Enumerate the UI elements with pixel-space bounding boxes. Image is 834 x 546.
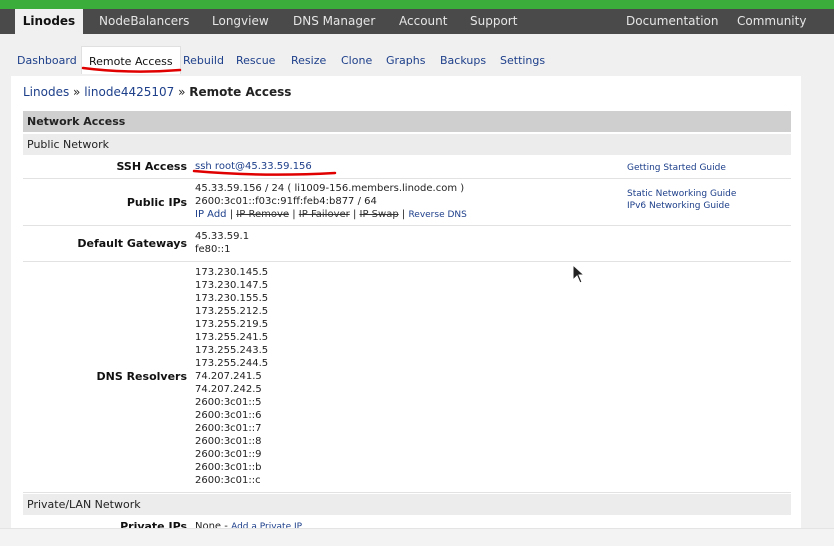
tab-rebuild[interactable]: Rebuild [183, 54, 224, 67]
dns-resolver: 173.230.147.5 [195, 280, 269, 291]
dns-resolver: 2600:3c01::6 [195, 410, 262, 421]
reverse-dns-link[interactable]: Reverse DNS [408, 210, 466, 220]
row-public-ips: Public IPs 45.33.59.156 / 24 ( li1009-15… [23, 179, 791, 226]
ip-actions: IP Add | IP Remove | IP Failover | IP Sw… [195, 208, 467, 222]
row-label: Public IPs [126, 196, 187, 209]
tab-resize[interactable]: Resize [291, 54, 326, 67]
ssh-command-link[interactable]: ssh root@45.33.59.156 [195, 161, 312, 172]
tab-remote-access[interactable]: Remote Access [81, 46, 181, 74]
subsection-public-network: Public Network [23, 134, 791, 155]
dns-resolver: 2600:3c01::b [195, 462, 262, 473]
tab-rescue[interactable]: Rescue [236, 54, 275, 67]
guide-links: Static Networking Guide IPv6 Networking … [627, 188, 736, 212]
tab-settings[interactable]: Settings [500, 54, 545, 67]
action-separator: | [352, 209, 357, 220]
row-default-gateways: Default Gateways 45.33.59.1 fe80::1 [23, 227, 791, 262]
section-title: Network Access [27, 115, 126, 128]
dns-resolver: 2600:3c01::8 [195, 436, 262, 447]
action-separator: | [292, 209, 296, 220]
dns-resolver: 2600:3c01::7 [195, 423, 262, 434]
ip-remove-link[interactable]: IP Remove [236, 209, 289, 220]
tab-backups[interactable]: Backups [440, 54, 486, 67]
dns-resolver: 173.255.243.5 [195, 345, 269, 356]
topnav-nodebalancers[interactable]: NodeBalancers [99, 9, 189, 34]
dns-resolver: 2600:3c01::9 [195, 449, 262, 460]
topnav-account[interactable]: Account [399, 9, 447, 34]
ipv4-address: 45.33.59.156 / 24 ( li1009-156.members.l… [195, 183, 465, 194]
dns-resolver: 173.230.155.5 [195, 293, 269, 304]
linode-tabs: Dashboard Remote Access Rebuild Rescue R… [0, 34, 834, 76]
dns-resolver-list: 173.230.145.5 173.230.147.5 173.230.155.… [195, 266, 268, 487]
subsection-private-network: Private/LAN Network [23, 494, 791, 515]
tab-clone[interactable]: Clone [341, 54, 372, 67]
ip-swap-link[interactable]: IP Swap [360, 209, 399, 220]
ip-add-link[interactable]: IP Add [195, 209, 227, 220]
content-panel: Linodes » linode4425107 » Remote Access … [11, 76, 801, 546]
dns-resolver: 173.255.241.5 [195, 332, 269, 343]
section-header-network-access: Network Access [23, 111, 791, 132]
row-label: DNS Resolvers [96, 370, 188, 383]
breadcrumb-linode[interactable]: linode4425107 [84, 85, 174, 99]
dns-resolver: 173.230.145.5 [195, 267, 269, 278]
dns-resolver: 173.255.219.5 [195, 319, 269, 330]
row-label: SSH Access [116, 160, 188, 173]
dns-resolver: 74.207.242.5 [195, 384, 262, 395]
dns-resolver: 2600:3c01::5 [195, 397, 262, 408]
breadcrumb-linodes[interactable]: Linodes [23, 85, 69, 99]
subsection-title: Public Network [27, 138, 109, 151]
topnav-support[interactable]: Support [470, 9, 517, 34]
tab-dashboard[interactable]: Dashboard [17, 54, 77, 67]
dns-resolver: 173.255.244.5 [195, 358, 269, 369]
guide-links: Getting Started Guide [627, 162, 726, 174]
tab-graphs[interactable]: Graphs [386, 54, 425, 67]
topnav-documentation[interactable]: Documentation [626, 9, 719, 34]
row-ssh-access: SSH Access ssh root@45.33.59.156 Getting… [23, 156, 791, 179]
cursor-arrow-icon [572, 264, 586, 284]
topnav-community[interactable]: Community [737, 9, 806, 34]
action-separator: | [401, 209, 406, 220]
row-label: Default Gateways [77, 237, 187, 250]
ssh-command: ssh root@45.33.59.156 [195, 160, 312, 173]
static-networking-guide-link[interactable]: Static Networking Guide [627, 189, 736, 199]
topnav-linodes[interactable]: Linodes [15, 9, 83, 34]
ip-failover-link[interactable]: IP Failover [299, 209, 350, 220]
breadcrumb: Linodes » linode4425107 » Remote Access [23, 85, 291, 99]
dns-resolver: 173.255.212.5 [195, 306, 269, 317]
dns-resolver: 2600:3c01::c [195, 475, 261, 486]
breadcrumb-separator: » [178, 85, 186, 99]
subsection-title: Private/LAN Network [27, 498, 141, 511]
topnav-dns-manager[interactable]: DNS Manager [293, 9, 375, 34]
top-navigation: Linodes NodeBalancers Longview DNS Manag… [0, 9, 834, 34]
breadcrumb-separator: » [73, 85, 81, 99]
gateway-ipv4: 45.33.59.1 [195, 231, 250, 242]
ipv6-address: 2600:3c01::f03c:91ff:feb4:b877 / 64 [195, 196, 377, 207]
dns-resolver: 74.207.241.5 [195, 371, 262, 382]
topnav-longview[interactable]: Longview [212, 9, 269, 34]
ipv6-networking-guide-link[interactable]: IPv6 Networking Guide [627, 201, 730, 211]
breadcrumb-current: Remote Access [189, 85, 292, 99]
public-ips-values: 45.33.59.156 / 24 ( li1009-156.members.l… [195, 182, 467, 222]
action-separator: | [229, 209, 234, 220]
viewport-bottom-edge [0, 528, 834, 546]
gateway-values: 45.33.59.1 fe80::1 [195, 230, 249, 256]
row-dns-resolvers: DNS Resolvers 173.230.145.5 173.230.147.… [23, 263, 791, 493]
brand-bar [0, 0, 834, 9]
gateway-ipv6: fe80::1 [195, 244, 231, 255]
getting-started-guide-link[interactable]: Getting Started Guide [627, 163, 726, 173]
